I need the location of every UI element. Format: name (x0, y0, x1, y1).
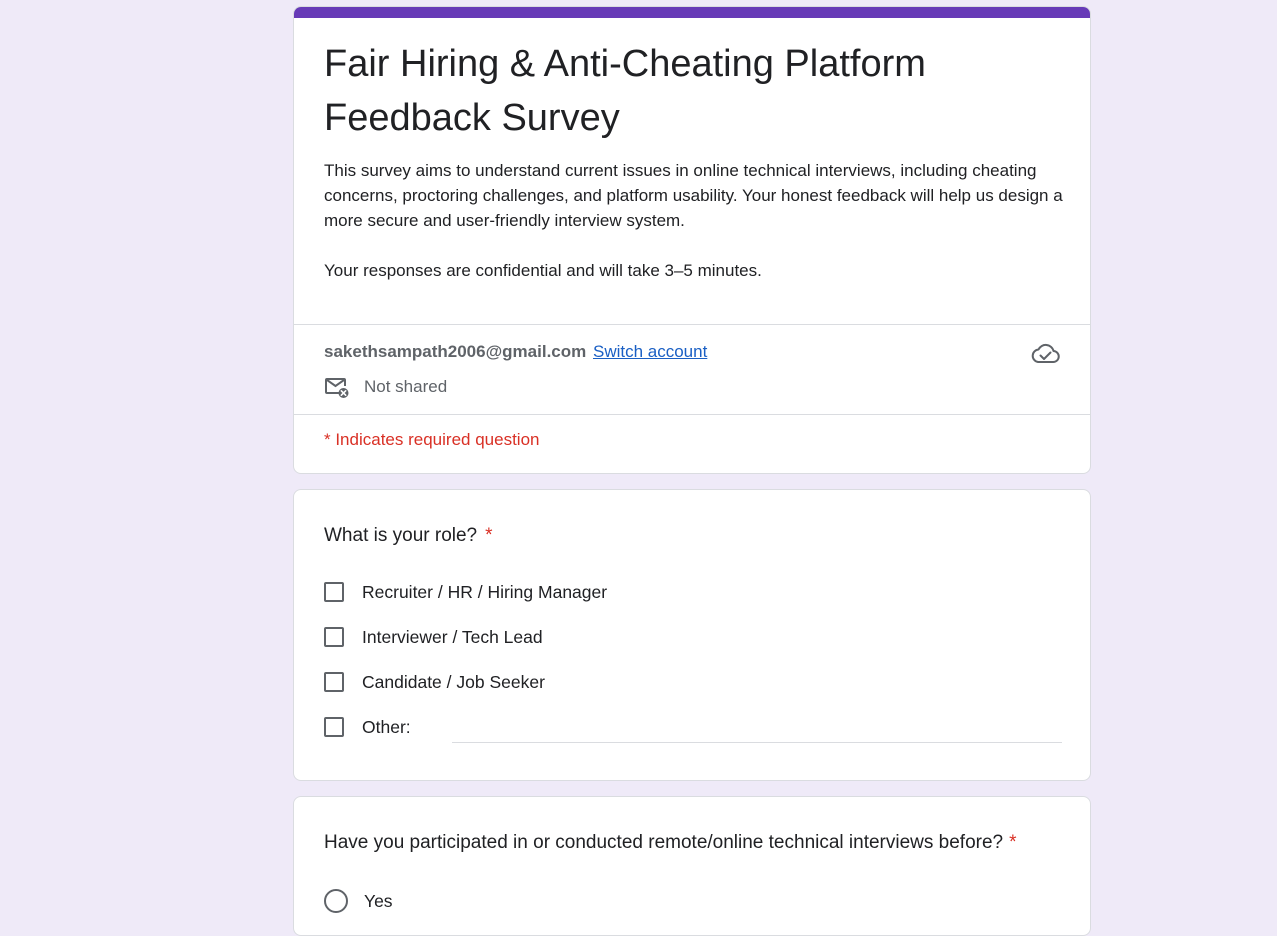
other-text-input[interactable] (452, 722, 1062, 743)
shared-status: Not shared (364, 377, 448, 396)
form-title: Fair Hiring & Anti-Cheating Platform Fee… (324, 43, 926, 139)
option-label: Interviewer / Tech Lead (362, 626, 543, 647)
form-header-card: Fair Hiring & Anti-Cheating Platform Fee… (293, 6, 1091, 474)
option-label: Other: (362, 716, 411, 737)
option-interviewer[interactable]: Interviewer / Tech Lead (324, 622, 543, 652)
checkbox[interactable] (324, 672, 344, 692)
option-other[interactable]: Other: (324, 712, 411, 742)
option-candidate[interactable]: Candidate / Job Seeker (324, 667, 545, 697)
option-label: Recruiter / HR / Hiring Manager (362, 581, 608, 602)
account-row: sakethsampath2006@gmail.com Switch accou… (324, 341, 707, 363)
checkbox[interactable] (324, 717, 344, 737)
checkbox[interactable] (324, 627, 344, 647)
divider (294, 414, 1090, 415)
question-card-remote-interviews: Have you participated in or conducted re… (293, 796, 1091, 936)
option-label: Candidate / Job Seeker (362, 671, 545, 692)
required-note: * Indicates required question (324, 430, 540, 449)
question-text: What is your role? (324, 525, 478, 546)
mail-off-icon (325, 378, 349, 398)
form-description: This survey aims to understand current i… (324, 161, 1063, 280)
question-card-role: What is your role? * Recruiter / HR / Hir… (293, 489, 1091, 781)
radio-button[interactable] (324, 889, 348, 913)
option-recruiter[interactable]: Recruiter / HR / Hiring Manager (324, 577, 607, 607)
checkbox[interactable] (324, 582, 344, 602)
account-email: sakethsampath2006@gmail.com (324, 342, 587, 361)
accent-bar (294, 7, 1090, 18)
divider (294, 324, 1090, 325)
required-asterisk: * (1009, 832, 1017, 853)
switch-account-link[interactable]: Switch account (593, 342, 707, 361)
cloud-check-icon[interactable] (1030, 342, 1060, 366)
shared-status-row: Not shared (324, 374, 447, 400)
question-title: Have you participated in or conducted re… (324, 830, 1017, 856)
question-text: Have you participated in or conducted re… (324, 832, 1004, 853)
option-yes[interactable]: Yes (324, 886, 393, 916)
question-title: What is your role? * (324, 523, 493, 549)
required-asterisk: * (485, 525, 493, 546)
option-label: Yes (364, 890, 393, 911)
